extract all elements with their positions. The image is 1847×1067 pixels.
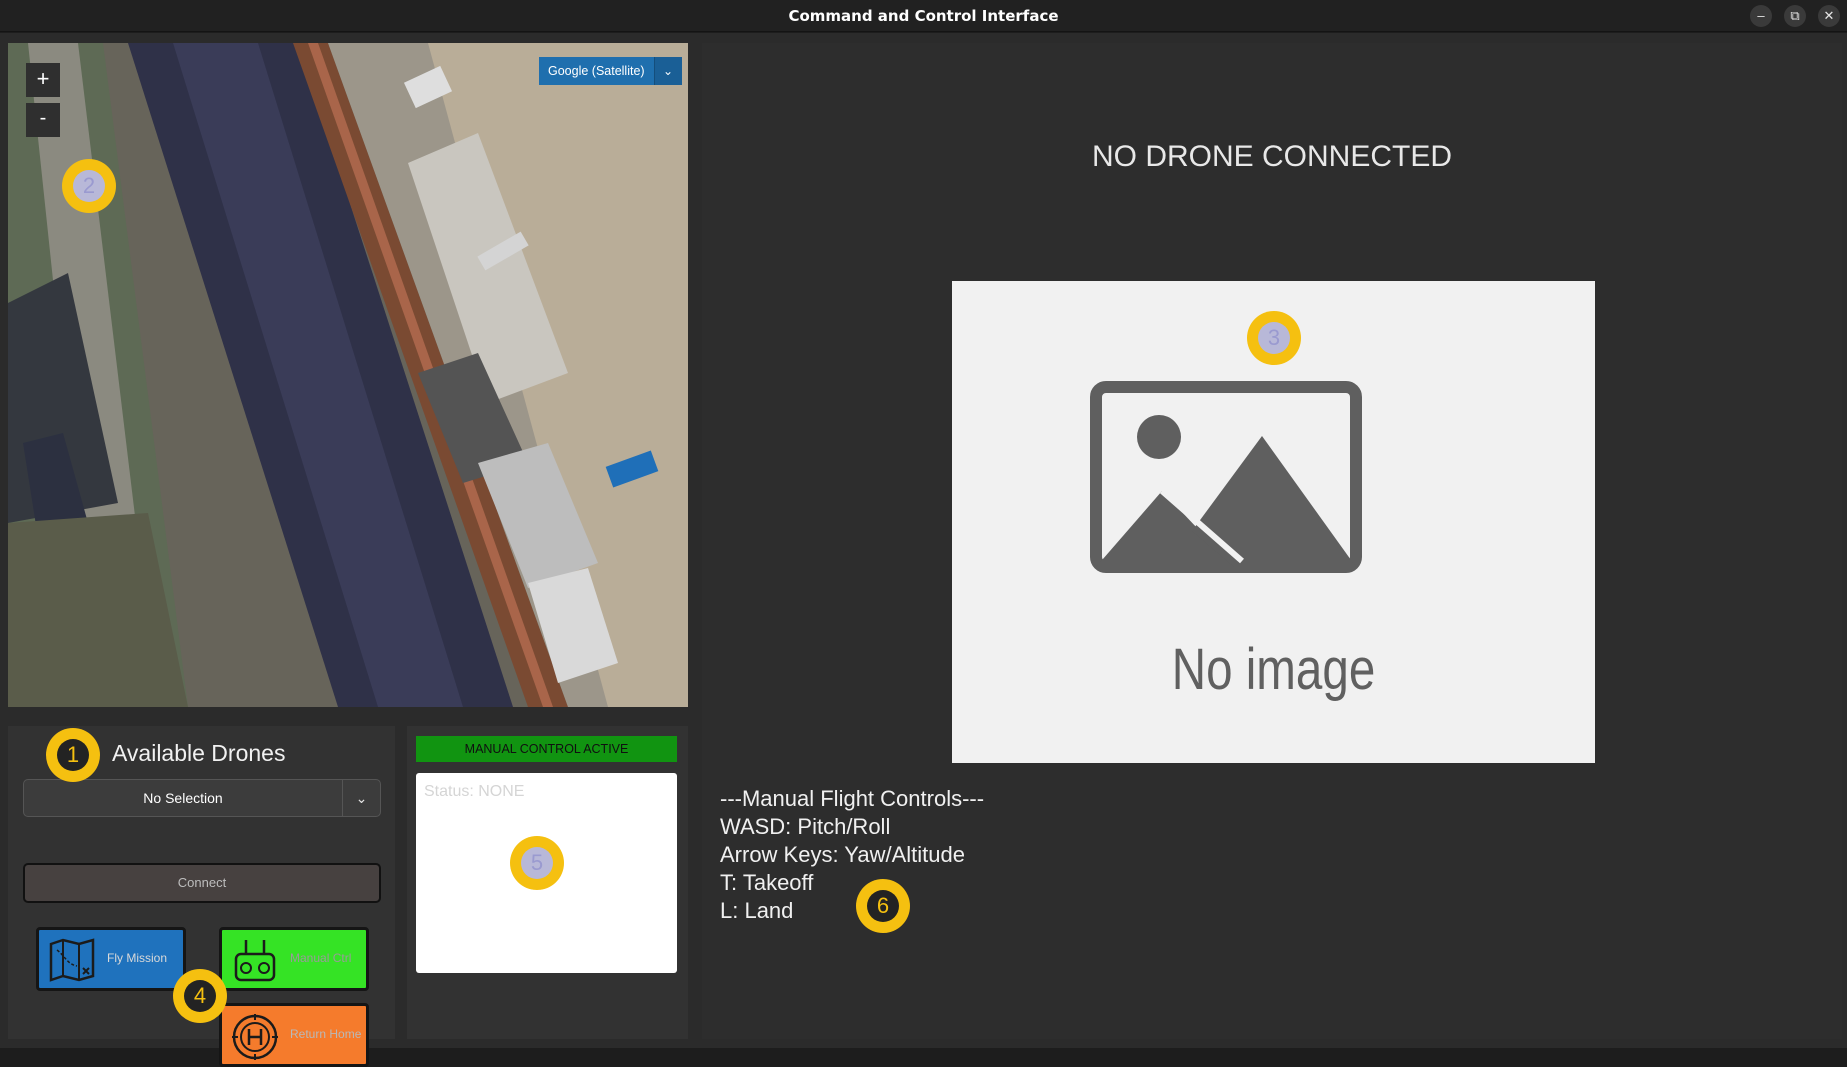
callout-marker: 1 bbox=[46, 728, 100, 782]
return-home-label: Return Home bbox=[290, 1027, 362, 1041]
satellite-map[interactable]: + - Google (Satellite) ⌄ 2 bbox=[8, 43, 688, 707]
callout-marker: 2 bbox=[62, 159, 116, 213]
callout-number: 3 bbox=[1258, 322, 1290, 354]
drones-title: Available Drones bbox=[112, 740, 286, 766]
flight-controls-help: ---Manual Flight Controls--- WASD: Pitch… bbox=[720, 785, 984, 925]
manual-control-badge: MANUAL CONTROL ACTIVE bbox=[416, 736, 677, 762]
callout-marker: 3 bbox=[1247, 311, 1301, 365]
callout-number: 4 bbox=[184, 980, 216, 1012]
drone-select-value: No Selection bbox=[143, 790, 223, 806]
helipad-icon bbox=[232, 1014, 278, 1060]
connect-button[interactable]: Connect bbox=[23, 863, 381, 903]
minimize-icon[interactable]: – bbox=[1750, 5, 1772, 27]
callout-number: 2 bbox=[73, 170, 105, 202]
controls-line: WASD: Pitch/Roll bbox=[720, 814, 891, 839]
return-home-button[interactable]: Return Home bbox=[219, 1003, 369, 1067]
app-body: + - Google (Satellite) ⌄ 2 Available Dro… bbox=[0, 33, 1847, 1067]
no-drone-heading: NO DRONE CONNECTED bbox=[1091, 140, 1452, 173]
status-log: Status: NONE 5 bbox=[416, 773, 677, 973]
drone-select[interactable]: No Selection ⌄ bbox=[23, 779, 381, 817]
video-feed-placeholder: No image 3 bbox=[952, 281, 1595, 763]
callout-number: 6 bbox=[867, 890, 899, 922]
restore-icon[interactable]: ⧉ bbox=[1784, 5, 1806, 27]
status-panel: MANUAL CONTROL ACTIVE Status: NONE 5 bbox=[407, 726, 688, 1039]
video-panel: NO DRONE CONNECTED No image 3 ---Manual … bbox=[702, 43, 1842, 1039]
callout-marker: 6 bbox=[856, 879, 910, 933]
controls-line: Arrow Keys: Yaw/Altitude bbox=[720, 842, 965, 867]
remote-controller-icon bbox=[234, 940, 276, 982]
callout-marker: 5 bbox=[510, 836, 564, 890]
status-text: Status: NONE bbox=[424, 783, 525, 800]
drones-panel: Available Drones No Selection ⌄ Connect … bbox=[8, 726, 395, 1067]
controls-line: T: Takeoff bbox=[720, 870, 814, 895]
window-title: Command and Control Interface bbox=[788, 7, 1059, 25]
controls-line: ---Manual Flight Controls--- bbox=[720, 786, 985, 811]
fly-mission-button[interactable]: Fly Mission bbox=[36, 927, 186, 991]
manual-ctrl-button[interactable]: Manual Ctrl bbox=[219, 927, 369, 991]
map-icon bbox=[49, 938, 95, 982]
zoom-out-button[interactable]: - bbox=[26, 103, 60, 137]
map-source-label: Google (Satellite) bbox=[539, 57, 654, 85]
chevron-down-icon: ⌄ bbox=[342, 780, 380, 816]
callout-number: 1 bbox=[57, 739, 89, 771]
callout-number: 5 bbox=[521, 847, 553, 879]
map-source-dropdown[interactable]: Google (Satellite) ⌄ bbox=[539, 57, 682, 85]
title-bar: Command and Control Interface – ⧉ ✕ bbox=[0, 0, 1847, 32]
no-image-text: No image bbox=[1171, 637, 1376, 702]
close-icon[interactable]: ✕ bbox=[1818, 5, 1840, 27]
fly-mission-label: Fly Mission bbox=[107, 951, 168, 965]
satellite-imagery bbox=[8, 43, 688, 707]
callout-marker: 4 bbox=[173, 969, 227, 1023]
manual-ctrl-label: Manual Ctrl bbox=[290, 951, 352, 965]
zoom-in-button[interactable]: + bbox=[26, 63, 60, 97]
controls-line: L: Land bbox=[720, 898, 794, 923]
chevron-down-icon: ⌄ bbox=[653, 57, 682, 85]
